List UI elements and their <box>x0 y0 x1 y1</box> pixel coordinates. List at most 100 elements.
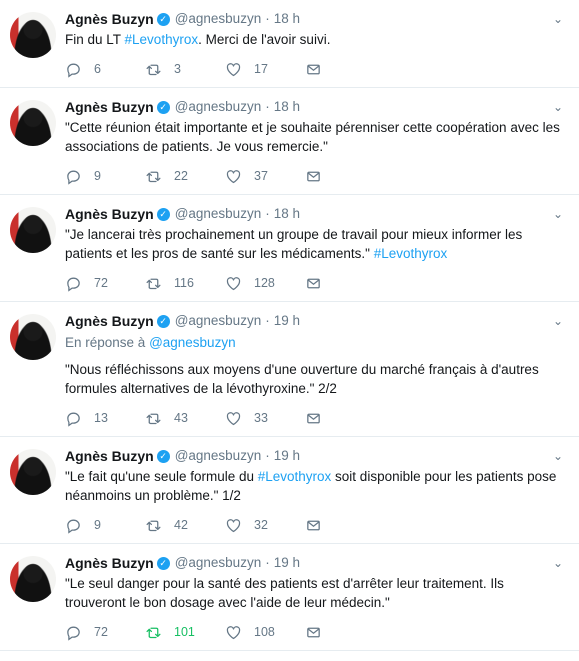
retweet-button[interactable]: 42 <box>145 517 225 534</box>
chevron-down-icon[interactable]: ⌄ <box>549 10 567 28</box>
reply-count: 9 <box>94 518 101 532</box>
retweet-button[interactable]: 101 <box>145 624 225 641</box>
tweet-actions: 13 43 33 <box>65 400 567 436</box>
hashtag-link[interactable]: #Levothyrox <box>258 469 332 484</box>
tweet-text: Fin du LT #Levothyrox. Merci de l'avoir … <box>65 30 567 49</box>
like-button[interactable]: 17 <box>225 61 305 78</box>
like-button[interactable]: 33 <box>225 410 305 427</box>
like-button[interactable]: 32 <box>225 517 305 534</box>
tweet-timestamp[interactable]: 19 h <box>274 312 300 330</box>
reply-count: 72 <box>94 625 108 639</box>
retweet-button[interactable]: 43 <box>145 410 225 427</box>
reply-icon <box>67 170 80 185</box>
author-name[interactable]: Agnès Buzyn <box>65 312 154 330</box>
direct-message-button[interactable] <box>305 168 385 185</box>
tweet-timestamp[interactable]: 19 h <box>274 554 300 572</box>
tweet-text: "Cette réunion était importante et je so… <box>65 118 567 156</box>
like-button[interactable]: 108 <box>225 624 305 641</box>
author-name[interactable]: Agnès Buzyn <box>65 10 154 28</box>
tweet-text-part: . Merci de l'avoir suivi. <box>198 32 331 47</box>
author-name[interactable]: Agnès Buzyn <box>65 205 154 223</box>
like-button[interactable]: 37 <box>225 168 305 185</box>
author-handle[interactable]: @agnesbuzyn <box>175 98 262 116</box>
tweet-4[interactable]: Agnès Buzyn ✓ @agnesbuzyn · 19 h En répo… <box>0 302 579 437</box>
direct-message-button[interactable] <box>305 624 385 641</box>
tweet-1[interactable]: Agnès Buzyn ✓ @agnesbuzyn · 18 h Fin du … <box>0 0 579 88</box>
separator-dot: · <box>265 206 270 221</box>
reply-mention-link[interactable]: @agnesbuzyn <box>149 335 236 350</box>
hashtag-link[interactable]: #Levothyrox <box>374 246 448 261</box>
tweet-6[interactable]: Agnès Buzyn ✓ @agnesbuzyn · 19 h "Le seu… <box>0 544 579 651</box>
avatar[interactable] <box>10 314 56 360</box>
retweet-count: 3 <box>174 62 181 76</box>
author-name[interactable]: Agnès Buzyn <box>65 554 154 572</box>
separator-dot: · <box>265 555 270 570</box>
direct-message-button[interactable] <box>305 275 385 292</box>
avatar[interactable] <box>10 449 56 495</box>
author-handle[interactable]: @agnesbuzyn <box>175 205 262 223</box>
envelope-icon <box>307 520 320 530</box>
tweet-timestamp[interactable]: 18 h <box>274 205 300 223</box>
author-name[interactable]: Agnès Buzyn <box>65 447 154 465</box>
tweet-content: Agnès Buzyn ✓ @agnesbuzyn · 19 h "Le seu… <box>65 554 567 650</box>
like-count: 33 <box>254 411 268 425</box>
like-button[interactable]: 128 <box>225 275 305 292</box>
retweet-button[interactable]: 116 <box>145 275 225 292</box>
tweet-header: Agnès Buzyn ✓ @agnesbuzyn · 18 h <box>65 10 567 28</box>
chevron-down-icon[interactable]: ⌄ <box>549 98 567 116</box>
author-handle[interactable]: @agnesbuzyn <box>175 10 262 28</box>
avatar[interactable] <box>10 207 56 253</box>
separator-dot: · <box>265 99 270 114</box>
tweet-3[interactable]: Agnès Buzyn ✓ @agnesbuzyn · 18 h "Je lan… <box>0 195 579 302</box>
reply-count: 6 <box>94 62 101 76</box>
avatar[interactable] <box>10 12 56 58</box>
chevron-down-icon[interactable]: ⌄ <box>549 205 567 223</box>
tweet-content: Agnès Buzyn ✓ @agnesbuzyn · 18 h "Cette … <box>65 98 567 194</box>
reply-button[interactable]: 9 <box>65 168 145 185</box>
direct-message-button[interactable] <box>305 517 385 534</box>
retweet-count: 43 <box>174 411 188 425</box>
envelope-icon <box>307 627 320 637</box>
tweet-text: "Nous réfléchissons aux moyens d'une ouv… <box>65 360 567 398</box>
retweet-button[interactable]: 22 <box>145 168 225 185</box>
tweet-header: Agnès Buzyn ✓ @agnesbuzyn · 19 h <box>65 312 567 330</box>
direct-message-button[interactable] <box>305 61 385 78</box>
separator-dot: · <box>265 11 270 26</box>
like-count: 17 <box>254 62 268 76</box>
tweet-actions: 72 116 128 <box>65 265 567 301</box>
verified-icon: ✓ <box>156 314 170 328</box>
reply-button[interactable]: 72 <box>65 275 145 292</box>
chevron-down-icon[interactable]: ⌄ <box>549 554 567 572</box>
reply-button[interactable]: 6 <box>65 61 145 78</box>
tweet-5[interactable]: Agnès Buzyn ✓ @agnesbuzyn · 19 h "Le fai… <box>0 437 579 544</box>
hashtag-link[interactable]: #Levothyrox <box>125 32 199 47</box>
author-handle[interactable]: @agnesbuzyn <box>175 554 262 572</box>
author-handle[interactable]: @agnesbuzyn <box>175 312 262 330</box>
chevron-down-icon[interactable]: ⌄ <box>549 447 567 465</box>
tweet-timestamp[interactable]: 18 h <box>274 98 300 116</box>
avatar[interactable] <box>10 556 56 602</box>
author-handle[interactable]: @agnesbuzyn <box>175 447 262 465</box>
heart-icon <box>226 518 241 532</box>
tweet-2[interactable]: Agnès Buzyn ✓ @agnesbuzyn · 18 h "Cette … <box>0 88 579 195</box>
retweet-icon <box>146 171 161 182</box>
author-name[interactable]: Agnès Buzyn <box>65 98 154 116</box>
tweet-text-part: "Cette réunion était importante et je so… <box>65 120 560 154</box>
reply-button[interactable]: 13 <box>65 410 145 427</box>
tweet-timestamp[interactable]: 19 h <box>274 447 300 465</box>
verified-icon: ✓ <box>156 207 170 221</box>
tweet-timestamp[interactable]: 18 h <box>274 10 300 28</box>
tweet-text: "Je lancerai très prochainement un group… <box>65 225 567 263</box>
tweet-content: Agnès Buzyn ✓ @agnesbuzyn · 19 h En répo… <box>65 312 567 436</box>
heart-icon <box>226 276 241 290</box>
retweet-icon <box>146 278 161 289</box>
retweet-button[interactable]: 3 <box>145 61 225 78</box>
avatar[interactable] <box>10 100 56 146</box>
chevron-down-icon[interactable]: ⌄ <box>549 312 567 330</box>
reply-button[interactable]: 72 <box>65 624 145 641</box>
tweet-actions: 72 101 108 <box>65 614 567 650</box>
envelope-icon <box>307 64 320 74</box>
direct-message-button[interactable] <box>305 410 385 427</box>
reply-button[interactable]: 9 <box>65 517 145 534</box>
tweet-text-part: "Le seul danger pour la santé des patien… <box>65 576 504 610</box>
